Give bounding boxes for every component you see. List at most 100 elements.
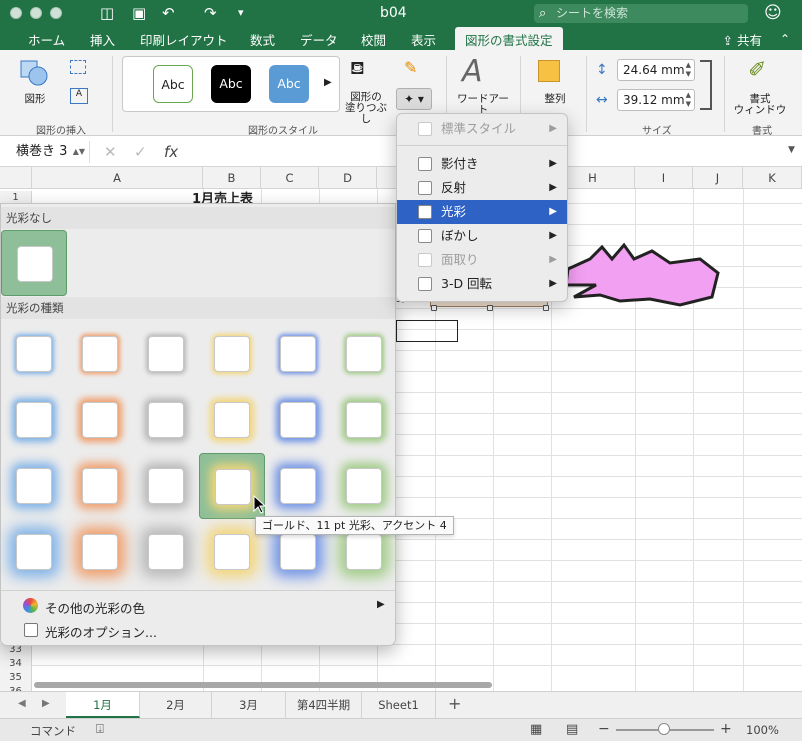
lock-aspect-ratio-icon[interactable]	[700, 60, 712, 110]
glow-variation-option[interactable]	[199, 321, 265, 387]
glow-variation-option[interactable]	[133, 321, 199, 387]
glow-variation-option[interactable]	[1, 519, 67, 585]
glow-variation-option[interactable]	[199, 387, 265, 453]
column-header[interactable]: I	[635, 167, 693, 189]
wordart-icon[interactable]: A	[462, 54, 483, 89]
sheet-tab-q4[interactable]: 第4四半期	[286, 692, 362, 718]
ribbon-collapse-icon[interactable]: ⌃	[780, 30, 790, 48]
glow-options-item[interactable]: 光彩のオプション...	[1, 620, 395, 642]
sheet-tab-feb[interactable]: 2月	[140, 692, 212, 718]
effects-menu-item-shadow[interactable]: 影付き ▶	[397, 152, 567, 176]
pen-outline-icon[interactable]: ✎	[404, 58, 417, 77]
glow-variation-option[interactable]	[265, 387, 331, 453]
column-header[interactable]: B	[203, 167, 261, 189]
zoom-in-icon[interactable]: +	[720, 721, 732, 737]
effects-menu-item-bevel[interactable]: 面取り ▶	[397, 248, 567, 272]
macro-record-icon[interactable]: ⍗	[96, 722, 104, 737]
sidebar-icon[interactable]: ◫	[100, 4, 114, 22]
tab-insert[interactable]: 挿入	[90, 30, 115, 49]
resize-handle[interactable]	[431, 305, 437, 311]
sheet-tab-jan[interactable]: 1月	[66, 692, 140, 718]
glow-variation-option[interactable]	[133, 387, 199, 453]
style-sample-outline[interactable]: Abc	[153, 65, 193, 103]
glow-variation-option[interactable]	[331, 387, 397, 453]
glow-variation-option[interactable]	[331, 321, 397, 387]
insert-function-icon[interactable]: fx	[164, 143, 178, 161]
effects-menu-item-preset[interactable]: 標準スタイル ▶	[397, 117, 567, 141]
sheet-tab-sheet1[interactable]: Sheet1	[362, 692, 436, 718]
name-box-dropdown-icon[interactable]: ▲▼	[73, 141, 85, 163]
style-sample-blue[interactable]: Abc	[269, 65, 309, 103]
confirm-formula-icon[interactable]: ✓	[134, 143, 147, 161]
zoom-slider-thumb[interactable]	[658, 723, 670, 735]
effects-menu-item-3d-rotation[interactable]: 3-D 回転 ▶	[397, 272, 567, 296]
width-stepper-icon[interactable]: ▲ ▼	[686, 91, 691, 109]
search-field[interactable]: ⌕ シートを検索	[534, 4, 748, 23]
style-sample-dark[interactable]: Abc	[211, 65, 251, 103]
resize-handle[interactable]	[487, 305, 493, 311]
glow-variation-option[interactable]	[67, 453, 133, 519]
glow-variation-option[interactable]	[1, 453, 67, 519]
resize-handle[interactable]	[543, 305, 549, 311]
text-box-icon[interactable]: A	[70, 88, 88, 104]
selected-cell[interactable]	[396, 320, 458, 342]
format-pane-brush-icon[interactable]: ✐	[748, 58, 766, 83]
glow-variation-option[interactable]	[265, 321, 331, 387]
expand-formula-icon[interactable]: ▼	[788, 145, 795, 155]
width-input[interactable]: 39.12 mm ▲ ▼	[617, 89, 695, 111]
next-sheet-icon[interactable]: ▶	[42, 698, 50, 709]
undo-icon[interactable]: ↶	[162, 4, 175, 22]
column-header[interactable]: K	[743, 167, 802, 189]
effects-menu-item-soft-edges[interactable]: ぼかし ▶	[397, 224, 567, 248]
height-input[interactable]: 24.64 mm ▲ ▼	[617, 59, 695, 81]
column-header[interactable]: A	[32, 167, 203, 189]
column-header[interactable]: D	[319, 167, 377, 189]
column-header[interactable]: J	[693, 167, 743, 189]
more-glow-colors-item[interactable]: その他の光彩の色 ▶	[1, 596, 395, 618]
tab-data[interactable]: データ	[300, 30, 338, 49]
save-icon[interactable]: ▣	[132, 4, 146, 22]
tab-shape-format[interactable]: 図形の書式設定	[455, 27, 563, 50]
glow-variation-option[interactable]	[67, 321, 133, 387]
share-button[interactable]: ⇪ 共有	[723, 30, 762, 49]
customize-toolbar-icon[interactable]: ▾	[238, 4, 244, 22]
gallery-right-arrow-icon[interactable]: ▶	[324, 77, 332, 88]
horizontal-scrollbar[interactable]	[34, 682, 492, 688]
redo-icon[interactable]: ↷	[204, 4, 217, 22]
tab-page-layout[interactable]: 印刷レイアウト	[140, 30, 228, 49]
column-header[interactable]: C	[261, 167, 319, 189]
shape-effects-button[interactable]: ✦ ▾	[396, 88, 432, 110]
select-all-corner[interactable]	[0, 167, 32, 189]
name-box[interactable]: 横巻き 3 ▲▼	[8, 141, 90, 163]
minimize-window-button[interactable]	[30, 7, 42, 19]
tab-view[interactable]: 表示	[411, 30, 436, 49]
paint-bucket-icon[interactable]: ⛾	[350, 58, 365, 82]
glow-variation-option[interactable]	[1, 387, 67, 453]
glow-variation-option[interactable]	[133, 453, 199, 519]
glow-variation-option[interactable]	[67, 387, 133, 453]
glow-variation-option[interactable]	[67, 519, 133, 585]
arrange-icon[interactable]	[538, 60, 560, 82]
cancel-formula-icon[interactable]: ✕	[104, 143, 117, 161]
glow-variation-option[interactable]	[1, 321, 67, 387]
close-window-button[interactable]	[10, 7, 22, 19]
edit-shape-icon[interactable]	[70, 60, 86, 74]
page-layout-view-icon[interactable]: ▤	[566, 722, 578, 737]
pink-crocodile-shape[interactable]	[560, 239, 726, 311]
prev-sheet-icon[interactable]: ◀	[18, 698, 26, 709]
tab-formulas[interactable]: 数式	[250, 30, 275, 49]
add-sheet-icon[interactable]: +	[448, 694, 461, 713]
glow-variation-option[interactable]	[265, 453, 331, 519]
effects-menu-item-glow[interactable]: 光彩 ▶	[397, 200, 567, 224]
shapes-icon[interactable]	[18, 58, 50, 88]
tab-home[interactable]: ホーム	[28, 30, 65, 49]
effects-menu-item-reflection[interactable]: 反射 ▶	[397, 176, 567, 200]
zoom-out-icon[interactable]: −	[598, 721, 610, 737]
no-glow-option[interactable]	[1, 230, 67, 296]
normal-view-icon[interactable]: ▦	[530, 722, 542, 737]
glow-variation-option[interactable]	[133, 519, 199, 585]
zoom-window-button[interactable]	[50, 7, 62, 19]
glow-variation-option[interactable]	[331, 453, 397, 519]
account-icon[interactable]: ☺	[764, 4, 782, 22]
sheet-tab-mar[interactable]: 3月	[212, 692, 286, 718]
